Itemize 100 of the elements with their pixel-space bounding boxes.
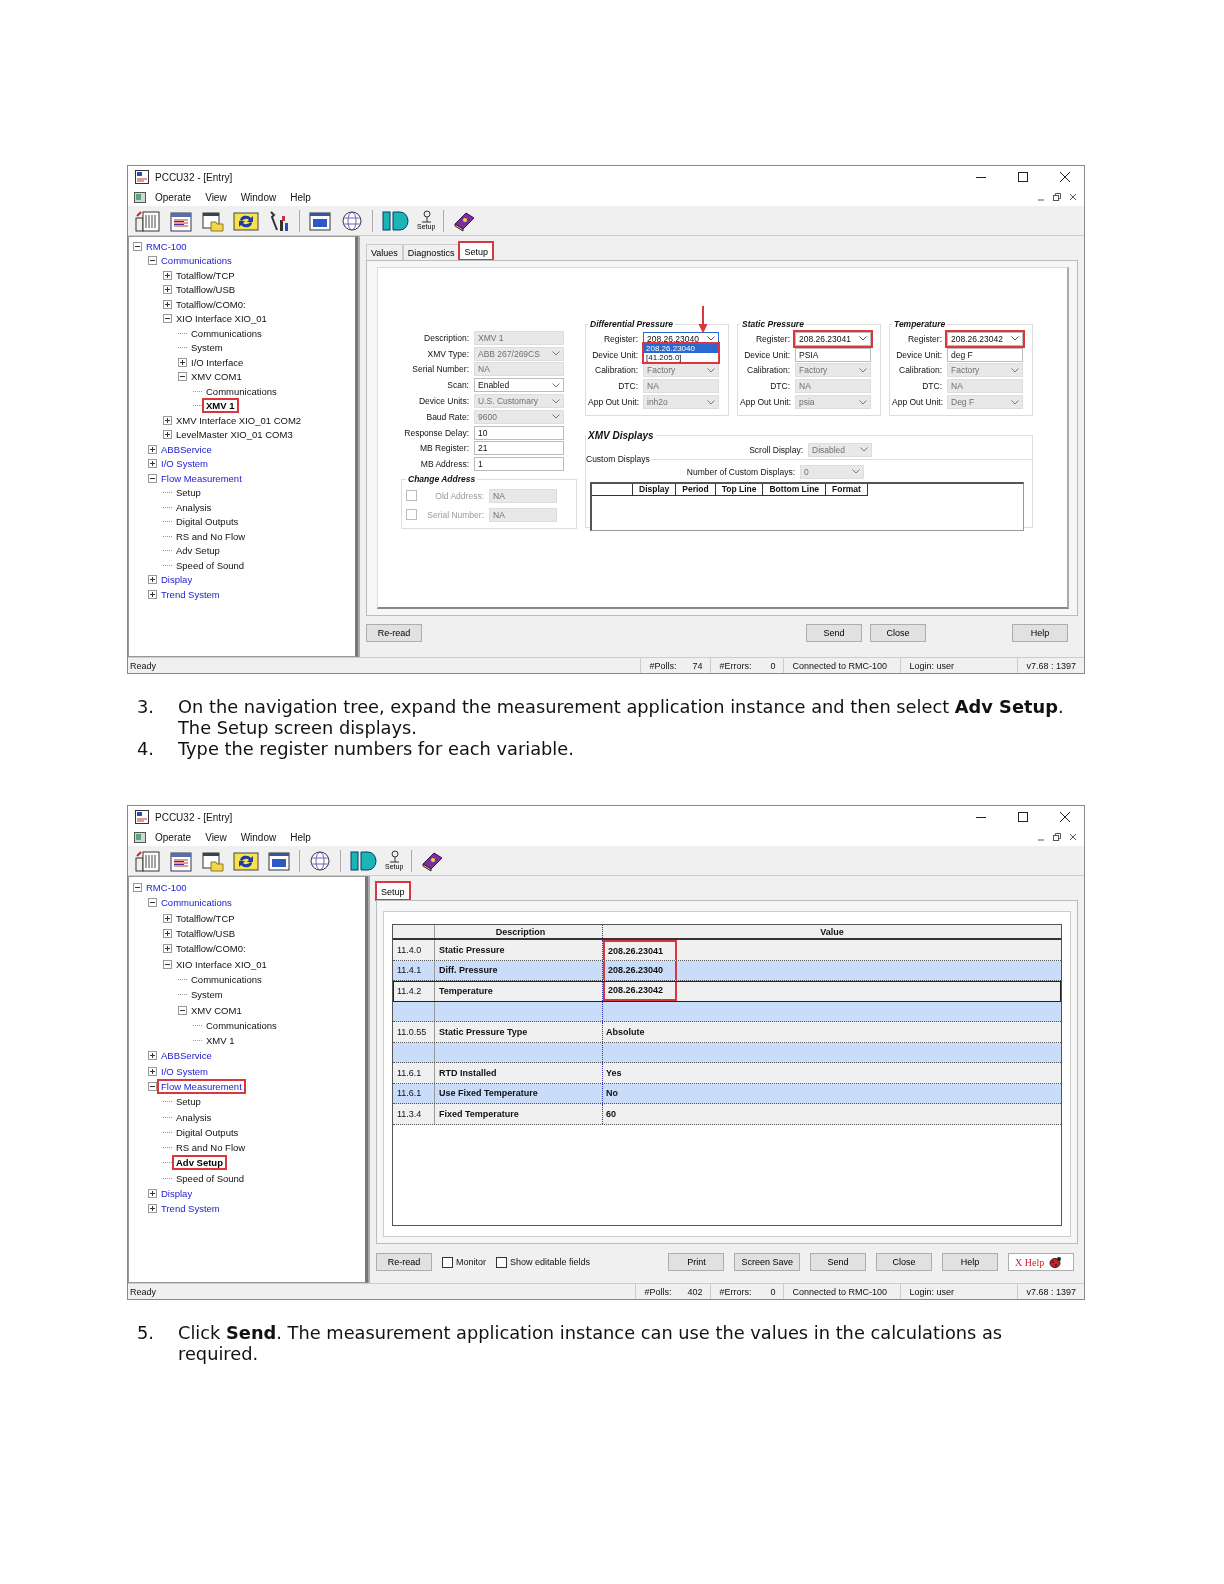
expand-icon[interactable] — [163, 929, 172, 939]
tree-item[interactable]: Communications — [204, 385, 279, 397]
collapse-icon[interactable] — [133, 241, 142, 251]
action-button[interactable]: Close — [870, 624, 926, 642]
tree-item[interactable]: Totalflow/TCP — [174, 269, 237, 281]
close-icon[interactable] — [1060, 172, 1070, 182]
text-field[interactable]: 21 — [474, 441, 564, 456]
dropdown[interactable]: Enabled — [474, 378, 564, 393]
tree-item[interactable]: XIO Interface XIO_01 — [174, 313, 269, 325]
tree-item[interactable]: RS and No Flow — [174, 530, 248, 542]
table-cell[interactable]: 208.26.23040 — [608, 965, 664, 976]
table-row[interactable]: 11.6.1 RTD Installed Yes — [393, 1063, 1061, 1084]
reread-button[interactable]: Re-read — [376, 1253, 432, 1271]
expand-icon[interactable] — [163, 913, 172, 923]
tree-item[interactable]: Totalflow/COM0: — [174, 298, 248, 310]
expand-icon[interactable] — [148, 459, 157, 469]
expand-icon[interactable] — [163, 430, 172, 440]
tree-item[interactable]: XMV 1 — [204, 400, 237, 412]
action-button[interactable]: Screen Save — [734, 1253, 800, 1271]
menu-item[interactable]: Operate — [148, 191, 199, 203]
expand-icon[interactable] — [163, 270, 172, 280]
tree-item[interactable]: Digital Outputs — [174, 1126, 241, 1138]
table-row[interactable]: 11.6.1 Use Fixed Temperature No — [393, 1083, 1061, 1104]
tab[interactable]: Setup — [459, 242, 493, 260]
tree-item[interactable]: System — [189, 342, 225, 354]
collapse-icon[interactable] — [148, 256, 157, 266]
action-button[interactable]: Close — [876, 1253, 932, 1271]
tree-item[interactable]: LevelMaster XIO_01 COM3 — [174, 429, 295, 441]
tab[interactable]: Diagnostics — [402, 244, 460, 260]
tree-item[interactable]: XMV COM1 — [189, 371, 244, 383]
expand-icon[interactable] — [148, 444, 157, 454]
text-field[interactable]: NA — [489, 488, 557, 503]
tree-item[interactable]: Speed of Sound — [174, 1172, 247, 1184]
collapse-icon[interactable] — [133, 883, 142, 893]
menu-item[interactable]: View — [198, 831, 234, 843]
text-field[interactable]: NA — [489, 507, 557, 522]
collapse-icon[interactable] — [163, 959, 172, 969]
dropdown-option[interactable]: 208.26.23040 — [644, 344, 718, 353]
table-row[interactable]: 11.0.55 Static Pressure Type Absolute — [393, 1022, 1061, 1043]
help-button[interactable]: Help — [1012, 624, 1068, 642]
table-cell[interactable]: Absolute — [606, 1026, 645, 1037]
tree-item[interactable]: ABBService — [159, 443, 214, 455]
tree-item[interactable]: I/O Interface — [189, 356, 246, 368]
action-button[interactable]: Send — [806, 624, 862, 642]
close-icon[interactable] — [1068, 192, 1078, 202]
menu-item[interactable]: Window — [233, 191, 284, 203]
expand-icon[interactable] — [163, 299, 172, 309]
collapse-icon[interactable] — [148, 898, 157, 908]
tree-item[interactable]: Trend System — [159, 1203, 222, 1215]
collapse-icon[interactable] — [163, 314, 172, 324]
tree-item[interactable]: Analysis — [174, 1111, 214, 1123]
collapse-icon[interactable] — [178, 1005, 187, 1015]
document-icon[interactable] — [134, 191, 146, 203]
action-button[interactable]: Send — [810, 1253, 866, 1271]
document-icon[interactable] — [134, 831, 146, 843]
expand-icon[interactable] — [148, 1204, 157, 1214]
tree-item[interactable]: RMC-100 — [144, 240, 189, 252]
checkbox-label[interactable]: Monitor — [456, 1257, 486, 1267]
tree-item[interactable]: Communications — [189, 973, 264, 985]
tree-item[interactable]: XMV COM1 — [189, 1004, 244, 1016]
tree-item[interactable]: Setup — [174, 1096, 203, 1108]
table-row[interactable]: 11.4.1 Diff. Pressure 208.26.23040 — [393, 960, 1061, 981]
tree-item[interactable]: Adv Setup — [174, 1157, 225, 1169]
text-field[interactable]: 1 — [474, 457, 564, 472]
checkbox-label[interactable]: Show editable fields — [510, 1257, 591, 1267]
tree-item[interactable]: Adv Setup — [174, 545, 222, 557]
menu-item[interactable]: View — [198, 191, 234, 203]
tree-item[interactable]: Totalflow/TCP — [174, 912, 237, 924]
checkbox[interactable] — [406, 490, 417, 502]
close-icon[interactable] — [1068, 832, 1078, 842]
tree-item[interactable]: Communications — [189, 327, 264, 339]
tree-item[interactable]: RS and No Flow — [174, 1142, 248, 1154]
maximize-icon[interactable] — [1018, 172, 1028, 182]
close-icon[interactable] — [1060, 812, 1070, 822]
checkbox[interactable] — [496, 1256, 507, 1268]
expand-icon[interactable] — [163, 944, 172, 954]
collapse-icon[interactable] — [178, 372, 187, 382]
table-cell[interactable]: Yes — [606, 1067, 622, 1078]
tree-item[interactable]: ABBService — [159, 1050, 214, 1062]
dropdown[interactable]: 208.26.23042 — [947, 331, 1023, 346]
expand-icon[interactable] — [148, 1189, 157, 1199]
text-field[interactable]: 10 — [474, 425, 564, 440]
tree-item[interactable]: RMC-100 — [144, 882, 189, 894]
table-row[interactable]: 11.3.4 Fixed Temperature 60 — [393, 1104, 1061, 1125]
table-row[interactable] — [393, 1001, 1061, 1022]
tree-item[interactable]: System — [189, 989, 225, 1001]
tree-item[interactable]: Totalflow/USB — [174, 928, 238, 940]
tree-item[interactable]: Setup — [174, 487, 203, 499]
tree-item[interactable]: Analysis — [174, 501, 214, 513]
tree-item[interactable]: I/O System — [159, 1065, 210, 1077]
xhelp-button[interactable]: X Help — [1008, 1253, 1074, 1271]
dropdown[interactable]: 208.26.23041 — [795, 331, 871, 346]
tree-item[interactable]: Display — [159, 574, 195, 586]
tree-item[interactable]: Flow Measurement — [159, 472, 244, 484]
expand-icon[interactable] — [163, 285, 172, 295]
table-row[interactable]: 11.4.0 Static Pressure 208.26.23041 — [393, 940, 1061, 961]
table-row[interactable] — [393, 1042, 1061, 1063]
expand-icon[interactable] — [178, 357, 187, 367]
tree-item[interactable]: XMV 1 — [204, 1035, 237, 1047]
tree-item[interactable]: Communications — [159, 255, 234, 267]
